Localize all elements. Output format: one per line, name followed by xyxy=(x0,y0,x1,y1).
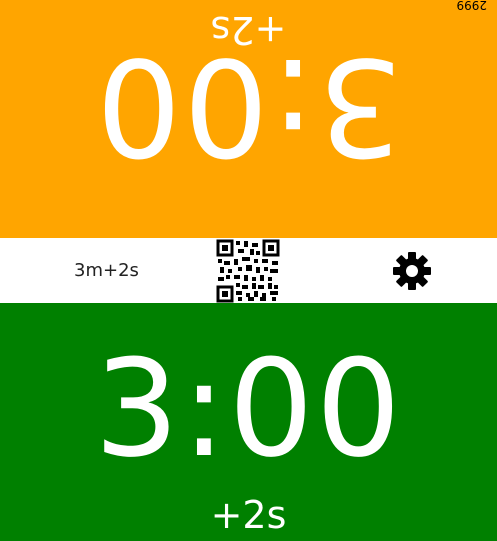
qr-code-icon[interactable] xyxy=(216,239,280,303)
top-clock-time: 3:00 xyxy=(94,28,403,184)
time-control-label[interactable]: 3m+2s xyxy=(74,260,139,282)
bottom-clock-time: 3:00 xyxy=(94,331,403,487)
bottom-increment-label: +2s xyxy=(210,493,287,537)
top-player-clock[interactable]: 3:00 +2s 2999 xyxy=(0,0,497,238)
control-bar: 3m+2s xyxy=(0,238,497,303)
top-move-count: 2999 xyxy=(456,0,487,12)
top-increment-label: +2s xyxy=(210,8,287,52)
gear-icon[interactable] xyxy=(391,250,433,292)
bottom-player-clock[interactable]: 3:00 +2s xyxy=(0,303,497,541)
